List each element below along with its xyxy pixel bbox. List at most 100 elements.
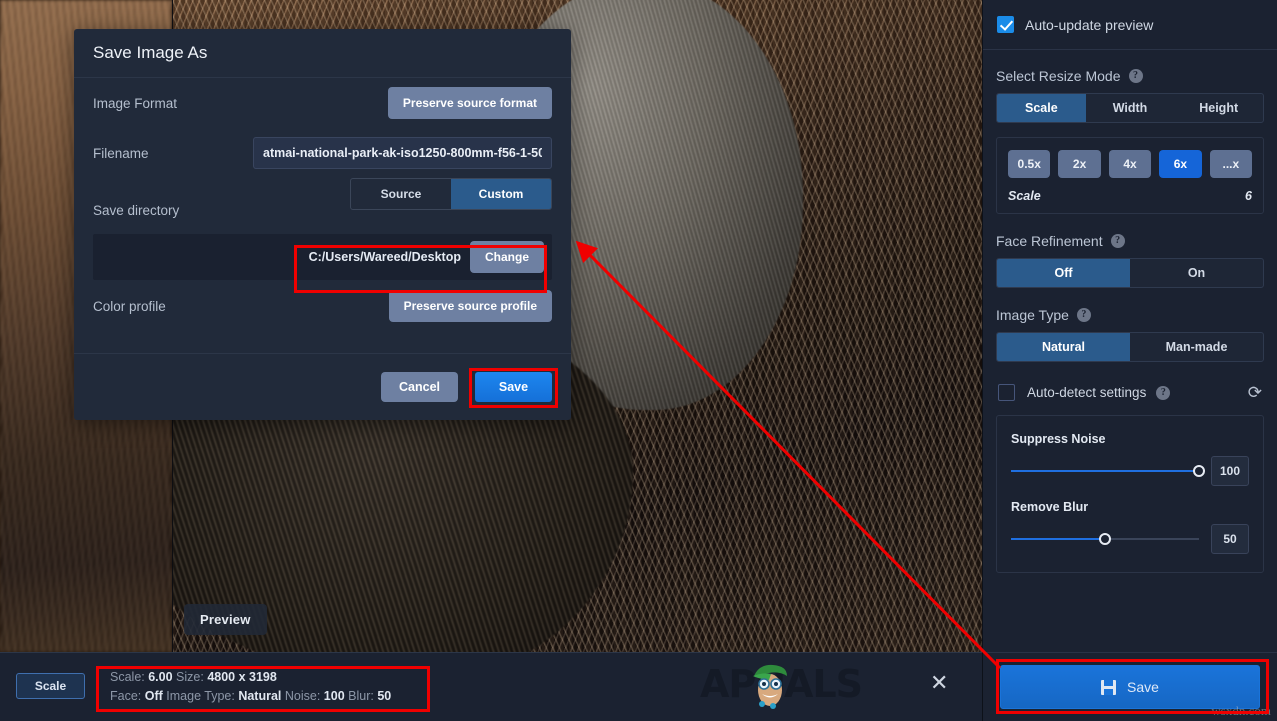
status-size-key: Size: — [172, 670, 208, 684]
filename-row: Filename — [93, 128, 552, 178]
panel-save-button-label: Save — [1127, 679, 1159, 695]
scale-chip-4x[interactable]: 4x — [1108, 150, 1152, 178]
scale-chip-group[interactable]: 0.5x 2x 4x 6x ...x — [1008, 150, 1253, 178]
scale-value-number: 6 — [1245, 189, 1252, 203]
help-icon-resize-mode[interactable]: ? — [1128, 69, 1143, 83]
status-type-value: Natural — [238, 689, 282, 703]
status-blur-key: Blur: — [344, 689, 378, 703]
scale-chip-2x[interactable]: 2x — [1058, 150, 1101, 178]
close-icon[interactable]: ✕ — [930, 672, 948, 694]
status-line-2: Face: Off Image Type: Natural Noise: 100… — [110, 687, 391, 706]
save-directory-row: Save directory Source Custom — [93, 178, 552, 224]
resize-mode-option-height[interactable]: Height — [1174, 94, 1263, 122]
resize-mode-option-width[interactable]: Width — [1086, 94, 1175, 122]
image-type-segment[interactable]: Natural Man-made — [996, 332, 1264, 362]
scale-card: 0.5x 2x 4x 6x ...x Scale 6 — [996, 137, 1264, 214]
status-noise-key: Noise: — [281, 689, 324, 703]
settings-panel-body: Select Resize Mode ? Scale Width Height … — [983, 50, 1277, 573]
dialog-footer: Cancel Save — [74, 353, 571, 420]
status-scale-value: 6.00 — [148, 670, 173, 684]
color-profile-label: Color profile — [93, 298, 166, 314]
face-refinement-title: Face Refinement — [996, 233, 1103, 249]
suppress-noise-slider[interactable] — [1011, 464, 1205, 478]
auto-detect-settings-row[interactable]: Auto-detect settings ? ⟳ — [996, 384, 1264, 401]
suppress-noise-value[interactable]: 100 — [1211, 456, 1249, 486]
remove-blur-knob[interactable] — [1099, 533, 1111, 545]
suppress-noise-knob[interactable] — [1193, 465, 1205, 477]
site-watermark: wsxdn.com — [1211, 703, 1271, 718]
save-directory-segment[interactable]: Source Custom — [350, 178, 552, 210]
status-scale-key: Scale: — [110, 670, 149, 684]
status-size-value: 4800 x 3198 — [207, 670, 277, 684]
status-face-key: Face: — [110, 689, 145, 703]
save-directory-option-custom[interactable]: Custom — [451, 179, 551, 209]
slider-block-suppress-noise: Suppress Noise 100 — [1011, 432, 1249, 486]
dialog-cancel-button[interactable]: Cancel — [381, 372, 458, 402]
image-format-control: Preserve source format — [387, 87, 552, 119]
resize-mode-title-row: Select Resize Mode ? — [996, 68, 1264, 84]
app-root: Preview Scale Scale: 6.00 Size: 4800 x 3… — [0, 0, 1277, 721]
auto-update-preview-checkbox[interactable] — [997, 16, 1014, 33]
color-profile-button[interactable]: Preserve source profile — [388, 290, 552, 322]
filename-control — [253, 137, 552, 169]
save-directory-option-source[interactable]: Source — [351, 179, 451, 209]
image-type-option-natural[interactable]: Natural — [997, 333, 1130, 361]
scale-chip-6x[interactable]: 6x — [1159, 150, 1202, 178]
auto-detect-settings-checkbox[interactable] — [998, 384, 1015, 401]
appuals-logo-text-a: A — [700, 662, 729, 706]
status-noise-value: 100 — [323, 689, 345, 703]
suppress-noise-line: 100 — [1011, 456, 1249, 486]
help-icon-auto-detect[interactable]: ? — [1156, 385, 1171, 400]
scale-chip-custom[interactable]: ...x — [1209, 150, 1253, 178]
appuals-logo: A PUALS — [700, 662, 863, 709]
remove-blur-value[interactable]: 50 — [1211, 524, 1249, 554]
slider-block-remove-blur: Remove Blur 50 — [1011, 500, 1249, 554]
help-icon-face-refinement[interactable]: ? — [1110, 234, 1125, 248]
directory-path-row: C:/Users/Wareed/Desktop Change — [93, 234, 552, 280]
dialog-title: Save Image As — [74, 29, 571, 78]
remove-blur-label: Remove Blur — [1011, 500, 1089, 514]
reset-icon[interactable]: ⟳ — [1248, 384, 1262, 401]
face-refinement-segment[interactable]: Off On — [996, 258, 1264, 288]
status-summary: Scale: 6.00 Size: 4800 x 3198 Face: Off … — [110, 668, 391, 706]
face-refinement-option-off[interactable]: Off — [997, 259, 1130, 287]
status-blur-value: 50 — [377, 689, 392, 703]
status-face-value: Off — [144, 689, 163, 703]
save-directory-label: Save directory — [93, 203, 180, 218]
dialog-body: Image Format Preserve source format File… — [74, 78, 571, 332]
status-type-key: Image Type: — [162, 689, 239, 703]
filename-input[interactable] — [253, 137, 552, 169]
remove-blur-slider[interactable] — [1011, 532, 1199, 546]
color-profile-control: Preserve source profile — [388, 290, 552, 322]
help-icon-image-type[interactable]: ? — [1076, 308, 1091, 322]
face-refinement-option-on[interactable]: On — [1130, 259, 1263, 287]
enhancement-sliders-card: Suppress Noise 100 Remove Blur 50 — [996, 415, 1264, 573]
status-line-1: Scale: 6.00 Size: 4800 x 3198 — [110, 668, 391, 687]
scale-chip-0.5x[interactable]: 0.5x — [1008, 150, 1051, 178]
scale-value-label: Scale — [1008, 189, 1041, 203]
resize-mode-title: Select Resize Mode — [996, 68, 1121, 84]
preview-chip[interactable]: Preview — [184, 604, 267, 635]
dialog-save-button[interactable]: Save — [475, 372, 552, 402]
remove-blur-line: 50 — [1011, 524, 1249, 554]
auto-update-preview-row[interactable]: Auto-update preview — [983, 0, 1277, 50]
suppress-noise-label: Suppress Noise — [1011, 432, 1106, 446]
auto-detect-settings-label: Auto-detect settings — [1027, 385, 1147, 400]
image-type-title-row: Image Type ? — [996, 307, 1264, 323]
appuals-mascot-icon — [753, 664, 787, 709]
suppress-noise-fill — [1011, 470, 1199, 472]
change-directory-button[interactable]: Change — [469, 241, 544, 273]
image-format-label: Image Format — [93, 95, 178, 111]
auto-update-preview-label: Auto-update preview — [1025, 16, 1154, 33]
image-type-title: Image Type — [996, 307, 1069, 323]
save-directory-control: Source Custom — [350, 178, 552, 210]
image-type-option-man-made[interactable]: Man-made — [1130, 333, 1263, 361]
resize-mode-option-scale[interactable]: Scale — [997, 94, 1086, 122]
color-profile-row: Color profile Preserve source profile — [93, 280, 552, 332]
image-format-button[interactable]: Preserve source format — [387, 87, 552, 119]
resize-mode-segment[interactable]: Scale Width Height — [996, 93, 1264, 123]
scale-mode-button[interactable]: Scale — [16, 673, 85, 699]
save-image-as-dialog: Save Image As Image Format Preserve sour… — [74, 29, 571, 420]
